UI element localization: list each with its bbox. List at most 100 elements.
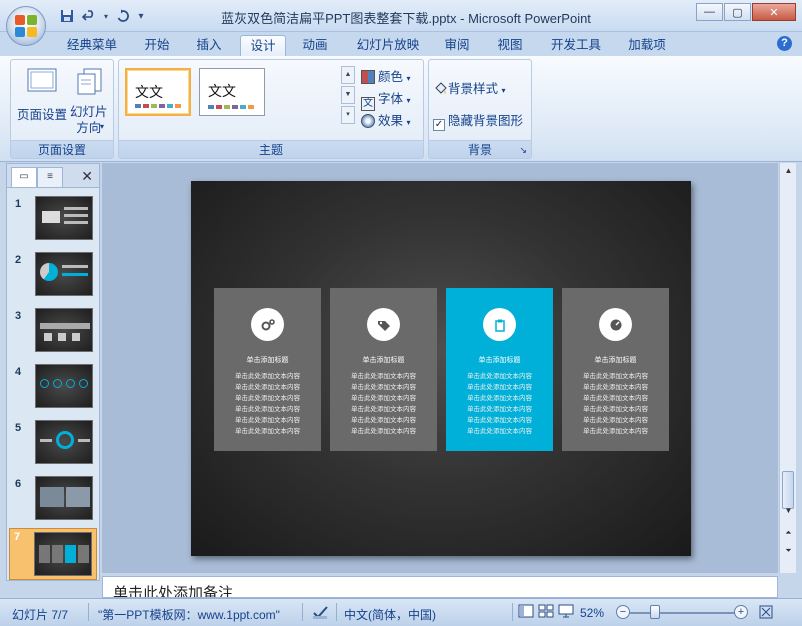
hide-background-graphics-checkbox[interactable]: ✓ 隐藏背景图形 (433, 110, 523, 131)
zoom-slider-knob[interactable] (650, 605, 660, 619)
title-bar: ▾ ▾ 蓝灰双色简洁扁平PPT图表整套下载.pptx - Microsoft P… (0, 0, 802, 32)
ribbon-tabs: 经典菜单 开始 插入 设计 动画 幻灯片放映 审阅 视图 开发工具 加载项 ? (0, 32, 802, 56)
tab-developer[interactable]: 开发工具 (544, 35, 608, 56)
theme-color-bars (135, 104, 181, 108)
window-controls: — ▢ ✕ (696, 3, 796, 21)
card-title: 单击添加标题 (362, 357, 405, 364)
tab-home[interactable]: 开始 (136, 35, 178, 56)
theme-thumb-current[interactable]: 文文 (125, 68, 191, 116)
slide-thumbnail-6[interactable]: 6 (11, 476, 95, 524)
theme-name: "第一PPT模板网：www.1ppt.com" (98, 608, 280, 622)
slide-counter: 幻灯片 7/7 (12, 608, 69, 622)
previous-slide-icon[interactable]: ⏶ (780, 525, 797, 540)
slide-preview (35, 252, 93, 296)
slides-panel-tabs: ▭ ≡ ✕ (7, 164, 99, 188)
spell-check-icon[interactable] (312, 604, 330, 623)
theme-effects-button[interactable]: 效果 ▾ (361, 110, 411, 129)
card-body: 单击此处添加文本内容 单击此处添加文本内容 单击此处添加文本内容 单击此处添加文本内容… (351, 373, 416, 435)
theme-thumb-office[interactable]: 文文 (199, 68, 265, 116)
maximize-button[interactable]: ▢ (724, 3, 751, 21)
tab-add-ins[interactable]: 加载项 (620, 35, 674, 56)
fit-to-window-icon[interactable] (758, 604, 774, 623)
slide-thumbnail-2[interactable]: 2 (11, 252, 95, 300)
clipboard-icon (483, 308, 516, 341)
colors-icon (361, 70, 375, 84)
effects-icon (361, 114, 375, 128)
slide-preview (35, 308, 93, 352)
tab-view[interactable]: 视图 (489, 35, 531, 56)
content-card-3[interactable]: 单击添加标题 单击此处添加文本内容 单击此处添加文本内容 单击此处添加文本内容 单击此… (446, 288, 553, 451)
slide-preview (35, 476, 93, 520)
tab-slides[interactable]: ▭ (11, 167, 37, 187)
minimize-button[interactable]: — (696, 3, 723, 21)
zoom-in-icon[interactable]: + (734, 605, 748, 619)
editor-vertical-scrollbar[interactable]: ▲ ▼ ⏶ ⏷ (779, 163, 796, 573)
slide-thumbnail-4[interactable]: 4 (11, 364, 95, 412)
card-body: 单击此处添加文本内容 单击此处添加文本内容 单击此处添加文本内容 单击此处添加文本内容… (583, 373, 648, 435)
tab-insert[interactable]: 插入 (188, 35, 230, 56)
slide-show-view-icon[interactable] (558, 604, 574, 621)
zoom-out-icon[interactable]: − (616, 605, 630, 619)
scroll-down-icon[interactable]: ▼ (780, 503, 797, 518)
tab-review[interactable]: 审阅 (436, 35, 478, 56)
outline-tab-icon: ≡ (47, 171, 53, 182)
tab-classic-menu[interactable]: 经典菜单 (60, 35, 124, 56)
next-slide-icon[interactable]: ⏷ (780, 543, 797, 558)
tab-animations[interactable]: 动画 (294, 35, 336, 56)
slide-orientation-button[interactable]: 幻灯片 方向 ▾ (69, 64, 111, 136)
zoom-level[interactable]: 52% (580, 606, 604, 620)
gears-icon (251, 308, 284, 341)
card-title: 单击添加标题 (246, 357, 289, 364)
slide-orientation-icon (77, 68, 102, 95)
notes-placeholder: 单击此处添加备注 (113, 585, 234, 598)
help-icon[interactable]: ? (777, 36, 792, 51)
group-label-themes: 主题 (119, 140, 423, 158)
card-body: 单击此处添加文本内容 单击此处添加文本内容 单击此处添加文本内容 单击此处添加文本内容… (467, 373, 532, 435)
theme-fonts-button[interactable]: 文字体 ▾ (361, 88, 411, 111)
close-panel-icon[interactable]: ✕ (81, 168, 93, 185)
slide-thumbnail-3[interactable]: 3 (11, 308, 95, 356)
gallery-down-icon[interactable]: ▼ (341, 86, 355, 104)
tab-slide-show[interactable]: 幻灯片放映 (350, 35, 426, 56)
checkbox-checked-icon: ✓ (433, 119, 445, 131)
slide-thumbnail-7[interactable]: 7 (9, 528, 97, 580)
slide-preview (35, 420, 93, 464)
orientation-dropdown-icon: ▾ (100, 122, 105, 131)
slide-canvas[interactable]: 单击添加标题 单击此处添加文本内容 单击此处添加文本内容 单击此处添加文本内容 单击此… (191, 181, 691, 556)
group-label-background: 背景 ↘ (429, 140, 531, 158)
theme-color-bars (208, 105, 254, 109)
dialog-launcher-icon[interactable]: ↘ (519, 141, 527, 159)
slides-panel: ▭ ≡ ✕ 1 2 3 4 5 6 7 (6, 163, 100, 581)
normal-view-icon[interactable] (518, 604, 534, 621)
slide-sorter-view-icon[interactable] (538, 604, 554, 621)
close-button[interactable]: ✕ (752, 3, 796, 21)
ribbon: 页面设置 幻灯片 方向 ▾ 页面设置 文文 文文 ▲ ▼ ▾ 颜色 ▾ 文 字体… (0, 56, 802, 162)
theme-colors-button[interactable]: 颜色 ▾ (361, 66, 411, 85)
scroll-up-icon[interactable]: ▲ (780, 163, 797, 178)
theme-gallery-scroll: ▲ ▼ ▾ (341, 66, 355, 124)
notes-pane[interactable]: 单击此处添加备注 (102, 576, 778, 598)
zoom-slider[interactable] (630, 612, 736, 614)
group-page-setup: 页面设置 幻灯片 方向 ▾ 页面设置 (10, 59, 114, 159)
card-title: 单击添加标题 (478, 357, 521, 364)
group-background: 背景样式 ▾ ✓ 隐藏背景图形 背景 ↘ (428, 59, 532, 159)
slide-thumbnail-5[interactable]: 5 (11, 420, 95, 468)
office-logo-icon (15, 15, 37, 37)
card-title: 单击添加标题 (594, 357, 637, 364)
content-card-4[interactable]: 单击添加标题 单击此处添加文本内容 单击此处添加文本内容 单击此处添加文本内容 单击此… (562, 288, 669, 451)
slide-thumbnail-1[interactable]: 1 (11, 196, 95, 244)
page-setup-button[interactable]: 页面设置 (15, 64, 67, 122)
content-card-2[interactable]: 单击添加标题 单击此处添加文本内容 单击此处添加文本内容 单击此处添加文本内容 单击此… (330, 288, 437, 451)
tab-outline[interactable]: ≡ (37, 167, 63, 187)
tag-icon (367, 308, 400, 341)
gallery-more-icon[interactable]: ▾ (341, 106, 355, 124)
content-card-1[interactable]: 单击添加标题 单击此处添加文本内容 单击此处添加文本内容 单击此处添加文本内容 单击此… (214, 288, 321, 451)
status-bar: 幻灯片 7/7 "第一PPT模板网：www.1ppt.com" 中文(简体，中国… (0, 598, 802, 626)
language-indicator[interactable]: 中文(简体，中国) (344, 606, 436, 623)
gallery-up-icon[interactable]: ▲ (341, 66, 355, 84)
slide-preview (35, 364, 93, 408)
slide-preview (34, 532, 92, 576)
tab-design[interactable]: 设计 (240, 35, 286, 56)
background-styles-button[interactable]: 背景样式 ▾ (433, 78, 506, 97)
office-button[interactable] (6, 6, 46, 46)
